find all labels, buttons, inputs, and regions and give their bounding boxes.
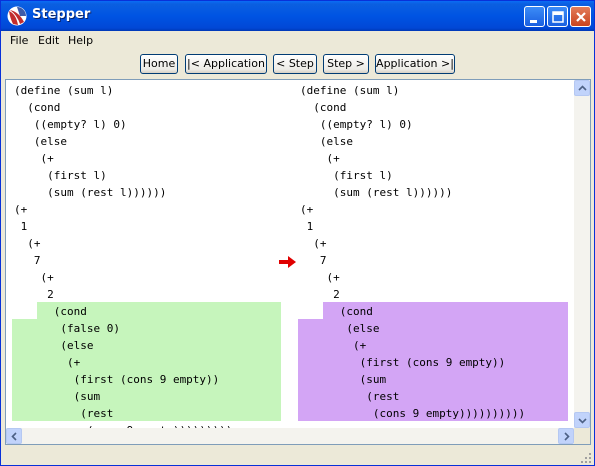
maximize-icon [552, 11, 564, 23]
code-line: (false 0) [14, 322, 120, 335]
code-line: (cond [14, 305, 87, 318]
code-line: (else [14, 135, 67, 148]
home-button[interactable]: Home [140, 54, 178, 74]
stepper-editor[interactable]: (define (sum l) (cond ((empty? l) 0) (el… [5, 79, 591, 445]
code-line: (define (sum l) [14, 84, 114, 97]
arrow-right-icon [279, 256, 296, 268]
code-line: (+ [14, 152, 54, 165]
code-line: (+ [14, 356, 81, 369]
code-line: (first (cons 9 empty)) [14, 373, 220, 386]
after-expression: (define (sum l) (cond ((empty? l) 0) (el… [300, 82, 525, 422]
stepper-toolbar: Home |< Application < Step Step > Applic… [1, 52, 594, 77]
racket-logo-icon [7, 6, 27, 26]
code-line: (+ [14, 237, 41, 250]
menu-edit[interactable]: Edit [38, 34, 59, 47]
menu-file[interactable]: File [10, 34, 28, 47]
code-line: (+ [300, 339, 367, 352]
first-application-button[interactable]: |< Application [185, 54, 267, 74]
close-button[interactable] [570, 6, 591, 27]
code-line: ((empty? l) 0) [300, 118, 413, 131]
maximize-button[interactable] [547, 6, 568, 27]
code-line: 7 [300, 254, 327, 267]
menu-help[interactable]: Help [68, 34, 93, 47]
status-bar [1, 447, 594, 465]
last-application-button[interactable]: Application >| [375, 54, 455, 74]
stepper-window: Stepper File Edit Help Home |< Applicati… [0, 0, 595, 466]
chevron-down-icon [578, 418, 587, 424]
chevron-left-icon [11, 432, 17, 441]
code-line: (else [14, 339, 94, 352]
code-line: (sum [300, 373, 387, 386]
code-line: (cond [14, 101, 61, 114]
before-expression: (define (sum l) (cond ((empty? l) 0) (el… [14, 82, 233, 439]
code-line: (sum (rest l)))))) [14, 186, 167, 199]
scroll-corner [574, 428, 590, 444]
code-line: (+ [300, 203, 314, 216]
scroll-up-button[interactable] [574, 80, 590, 96]
code-line: (cons 9 empty)))))))))) [300, 407, 526, 420]
scroll-right-button[interactable] [558, 428, 574, 444]
code-line: (cond [300, 305, 373, 318]
code-line: (else [300, 135, 353, 148]
minimize-button[interactable] [524, 6, 545, 27]
vertical-scrollbar[interactable] [574, 80, 590, 428]
minimize-icon [530, 20, 537, 23]
horizontal-scrollbar[interactable] [6, 428, 574, 444]
code-line: (else [300, 322, 380, 335]
code-line: 2 [14, 288, 54, 301]
code-line: (sum (rest l)))))) [300, 186, 453, 199]
code-line: 7 [14, 254, 41, 267]
next-step-button[interactable]: Step > [323, 54, 369, 74]
code-line: (+ [300, 152, 340, 165]
code-line: (rest [300, 390, 400, 403]
code-line: (first l) [300, 169, 393, 182]
window-title: Stepper [32, 7, 91, 22]
code-line: 2 [300, 288, 340, 301]
scroll-left-button[interactable] [6, 428, 22, 444]
code-line: (cond [300, 101, 347, 114]
code-line: (sum [14, 390, 101, 403]
resize-grip-icon[interactable] [580, 452, 592, 464]
title-bar[interactable]: Stepper [1, 1, 594, 31]
code-line: (+ [14, 203, 28, 216]
chevron-right-icon [564, 432, 570, 441]
code-line: (+ [300, 237, 327, 250]
code-line: (+ [300, 271, 340, 284]
code-line: (define (sum l) [300, 84, 400, 97]
code-line: (first l) [14, 169, 107, 182]
chevron-up-icon [578, 85, 587, 91]
code-line: 1 [14, 220, 28, 233]
close-icon [576, 12, 586, 22]
code-line: 1 [300, 220, 314, 233]
previous-step-button[interactable]: < Step [273, 54, 317, 74]
code-line: (rest [14, 407, 114, 420]
scroll-down-button[interactable] [574, 412, 590, 428]
code-line: (+ [14, 271, 54, 284]
code-line: ((empty? l) 0) [14, 118, 127, 131]
menu-bar: File Edit Help [1, 31, 594, 50]
code-line: (first (cons 9 empty)) [300, 356, 506, 369]
